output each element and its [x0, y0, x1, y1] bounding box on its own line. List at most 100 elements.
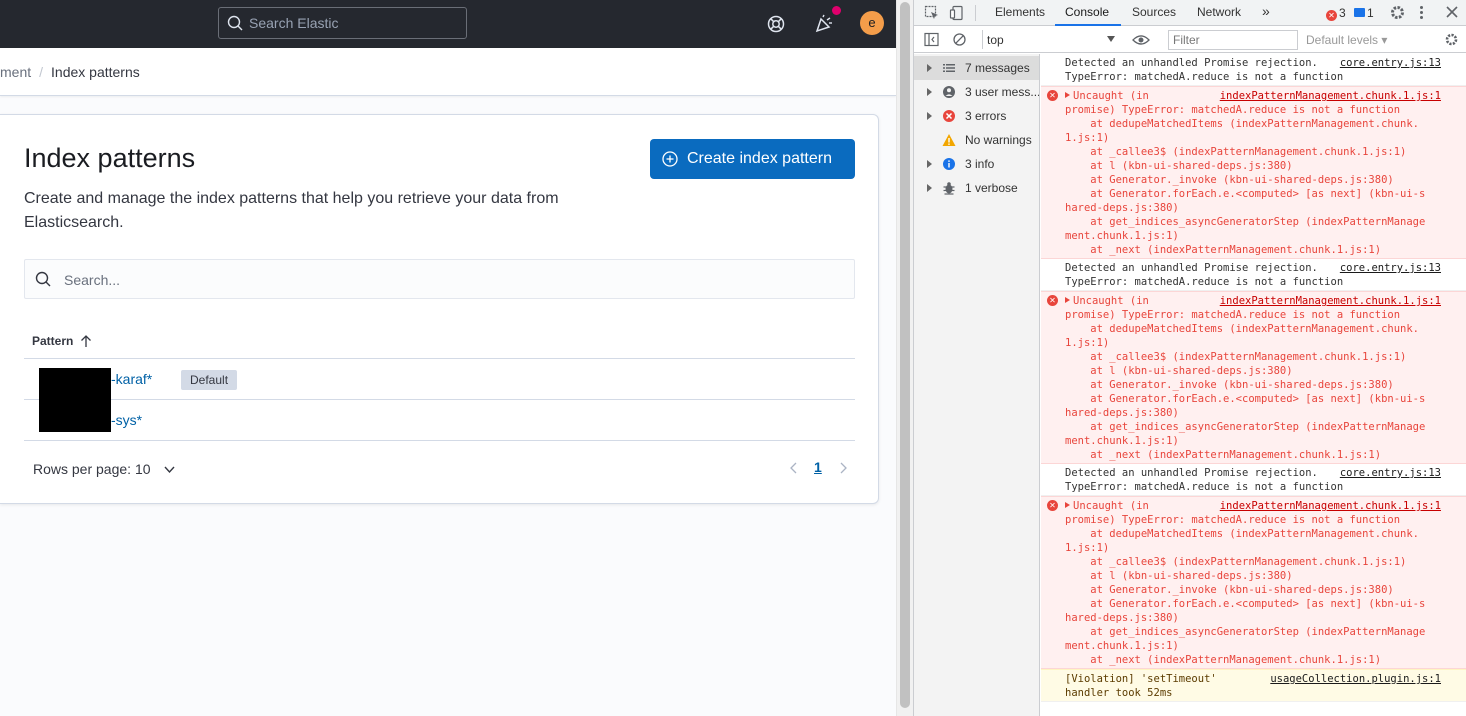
- console-line: at _next (indexPatternManagement.chunk.1…: [1065, 449, 1382, 461]
- expand-arrow-icon: [927, 184, 932, 192]
- context-value: top: [987, 33, 1004, 47]
- sidebar-item-info[interactable]: 3 info: [914, 152, 1039, 176]
- console-line: at Generator.forEach.e.<computed> [as ne…: [1065, 393, 1426, 405]
- index-pattern-link[interactable]: -karaf*: [111, 371, 152, 387]
- console-line: at Generator._invoke (kbn-ui-shared-deps…: [1065, 379, 1394, 391]
- console-error-message[interactable]: ✕ Uncaught (in promise) TypeError: matched…: [1041, 291, 1466, 464]
- expand-arrow-icon: [927, 112, 932, 120]
- console-line: at dedupeMatchedItems (indexPatternManag…: [1065, 118, 1420, 130]
- newsfeed-icon[interactable]: [813, 13, 835, 35]
- page-scrollbar[interactable]: [896, 0, 913, 716]
- column-header-pattern[interactable]: Pattern: [32, 334, 73, 348]
- page-title: Index patterns: [24, 143, 196, 173]
- index-pattern-link[interactable]: -sys*: [111, 412, 142, 428]
- scrollbar-thumb[interactable]: [900, 2, 910, 708]
- console-error-message[interactable]: ✕ Uncaught (in promise) TypeError: matched…: [1041, 86, 1466, 259]
- console-source-link[interactable]: indexPatternManagement.chunk.1.js:1: [1220, 89, 1441, 103]
- page-description: Create and manage the index patterns tha…: [24, 190, 559, 231]
- console-source-link[interactable]: core.entry.js:13: [1340, 56, 1441, 70]
- tab-network[interactable]: Network: [1197, 5, 1241, 19]
- search-icon: [227, 15, 243, 31]
- sidebar-item-errors[interactable]: 3 errors: [914, 104, 1039, 128]
- console-line: at _next (indexPatternManagement.chunk.1…: [1065, 654, 1382, 666]
- page-number-button[interactable]: 1: [814, 459, 822, 475]
- active-tab-indicator: [1055, 24, 1121, 26]
- screen: e ment / Index patterns Index patterns Cre…: [0, 0, 1466, 716]
- console-log-message: Detected an unhandled Promise rejection.…: [1041, 54, 1466, 86]
- console-line: at get_indices_asyncGeneratorStep (index…: [1065, 421, 1426, 433]
- clear-console-icon[interactable]: [952, 32, 967, 47]
- device-toolbar-icon[interactable]: [949, 5, 965, 21]
- tab-sources[interactable]: Sources: [1132, 5, 1176, 19]
- table-search-input[interactable]: [64, 270, 824, 290]
- console-source-link[interactable]: core.entry.js:13: [1340, 466, 1441, 480]
- expand-arrow-icon[interactable]: [1065, 92, 1070, 98]
- tab-console[interactable]: Console: [1065, 5, 1109, 19]
- sidebar-item-label: No warnings: [965, 133, 1032, 147]
- sidebar-item-verbose[interactable]: 1 verbose: [914, 176, 1039, 200]
- more-tabs-button[interactable]: »: [1262, 3, 1270, 19]
- redacted-block: [39, 400, 111, 432]
- sidebar-item-warnings[interactable]: No warnings: [914, 128, 1039, 152]
- sidebar-item-messages[interactable]: 7 messages: [914, 56, 1039, 80]
- context-selector[interactable]: top: [982, 30, 1120, 49]
- breadcrumb-management[interactable]: ment: [0, 64, 31, 80]
- create-index-pattern-button[interactable]: Create index pattern: [650, 139, 855, 179]
- console-line: handler took 52ms: [1065, 687, 1173, 699]
- console-source-link[interactable]: indexPatternManagement.chunk.1.js:1: [1220, 294, 1441, 308]
- console-error-message[interactable]: ✕ Uncaught (in promise) TypeError: matched…: [1041, 496, 1466, 669]
- plus-circle-icon: [662, 151, 678, 167]
- log-levels-dropdown[interactable]: Default levels ▾: [1306, 33, 1387, 47]
- console-source-link[interactable]: indexPatternManagement.chunk.1.js:1: [1220, 499, 1441, 513]
- breadcrumb: ment / Index patterns: [0, 64, 140, 80]
- sort-up-icon[interactable]: [80, 334, 92, 348]
- redacted-block: [39, 368, 111, 400]
- sidebar-item-label: 7 messages: [965, 61, 1030, 75]
- more-options-icon[interactable]: [1413, 4, 1430, 21]
- inspect-element-icon[interactable]: [924, 5, 940, 21]
- expand-arrow-icon: [927, 88, 932, 96]
- global-search-box[interactable]: [218, 7, 467, 39]
- chevron-left-icon[interactable]: [788, 461, 800, 475]
- sidebar-item-label: 3 errors: [965, 109, 1007, 123]
- expand-arrow-icon[interactable]: [1065, 502, 1070, 508]
- eye-icon[interactable]: [1132, 33, 1150, 47]
- tab-elements[interactable]: Elements: [995, 5, 1045, 19]
- chevron-down-icon[interactable]: [163, 463, 176, 476]
- console-toolbar: top Default levels ▾: [914, 27, 1466, 53]
- global-search-input[interactable]: [249, 13, 459, 33]
- console-violation-message: [Violation] 'setTimeout' handler took 52m…: [1041, 669, 1466, 702]
- rows-per-page-button[interactable]: Rows per page: 10: [33, 461, 151, 477]
- console-source-link[interactable]: core.entry.js:13: [1340, 261, 1441, 275]
- error-icon: ✕: [1326, 10, 1337, 21]
- sidebar-toggle-icon[interactable]: [924, 32, 939, 47]
- sidebar-item-user-messages[interactable]: 3 user mess...: [914, 80, 1039, 104]
- info-icon: [943, 158, 955, 170]
- console-filter-input[interactable]: [1168, 30, 1298, 50]
- error-icon: ✕: [1047, 90, 1058, 101]
- error-count-badge[interactable]: ✕ 3: [1326, 6, 1346, 21]
- gear-icon[interactable]: [1389, 4, 1406, 21]
- index-patterns-panel: Index patterns Create and manage the ind…: [0, 114, 879, 504]
- console-line: ment.chunk.1.js:1): [1065, 640, 1179, 652]
- expand-arrow-icon[interactable]: [1065, 297, 1070, 303]
- user-avatar[interactable]: e: [860, 11, 884, 35]
- console-line: promise) TypeError: matchedA.reduce is n…: [1065, 514, 1401, 526]
- console-source-link[interactable]: usageCollection.plugin.js:1: [1270, 672, 1441, 686]
- close-icon[interactable]: [1444, 4, 1460, 20]
- message-count-badge[interactable]: 1: [1354, 6, 1374, 20]
- table-search-box[interactable]: [24, 259, 855, 299]
- sidebar-item-label: 3 info: [965, 157, 995, 171]
- expand-arrow-icon: [927, 160, 932, 168]
- console-settings-icon[interactable]: [1444, 32, 1459, 47]
- console-line: at _callee3$ (indexPatternManagement.chu…: [1065, 556, 1407, 568]
- console-line: at Generator.forEach.e.<computed> [as ne…: [1065, 188, 1426, 200]
- console-log-message: Detected an unhandled Promise rejection.…: [1041, 464, 1466, 496]
- top-header: e: [0, 0, 896, 48]
- console-line-text: Uncaught (in: [1073, 90, 1149, 102]
- console-line: at l (kbn-ui-shared-deps.js:380): [1065, 365, 1293, 377]
- console-line: hared-deps.js:380): [1065, 612, 1179, 624]
- help-icon[interactable]: [765, 13, 787, 35]
- warning-icon: [942, 134, 956, 146]
- chevron-right-icon[interactable]: [837, 461, 849, 475]
